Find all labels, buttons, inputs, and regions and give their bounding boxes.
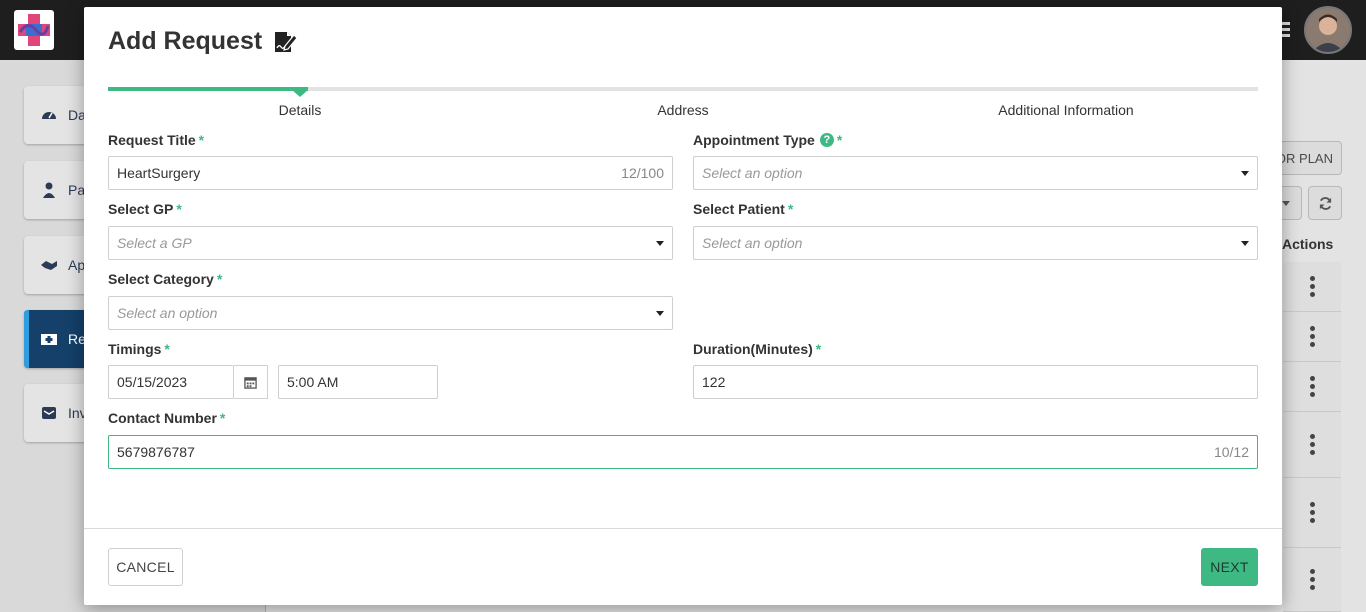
duration-label: Duration(Minutes) * bbox=[693, 341, 822, 357]
kebab-menu-icon[interactable] bbox=[1309, 569, 1315, 590]
chevron-down-icon bbox=[656, 310, 664, 316]
select-patient-label: Select Patient * bbox=[693, 201, 794, 217]
handshake-icon bbox=[41, 261, 57, 270]
user-avatar[interactable] bbox=[1304, 6, 1352, 54]
select-category-label: Select Category * bbox=[108, 271, 223, 287]
kebab-menu-icon[interactable] bbox=[1309, 434, 1315, 455]
contact-number-input[interactable]: 5679876787 10/12 bbox=[108, 435, 1258, 469]
chevron-down-icon bbox=[656, 240, 664, 246]
chevron-down-icon bbox=[1241, 240, 1249, 246]
table-row-actions[interactable] bbox=[1283, 362, 1341, 412]
patient-icon bbox=[43, 182, 55, 198]
required-asterisk: * bbox=[787, 201, 794, 217]
date-input[interactable]: 05/15/2023 bbox=[108, 365, 234, 399]
next-button[interactable]: NEXT bbox=[1201, 548, 1258, 586]
sidebar-item-label: Ap bbox=[68, 257, 86, 273]
table-row-actions[interactable] bbox=[1283, 262, 1341, 312]
help-icon[interactable]: ? bbox=[819, 133, 834, 147]
app-logo[interactable] bbox=[14, 10, 54, 50]
calendar-button[interactable] bbox=[234, 365, 268, 399]
character-counter: 12/100 bbox=[621, 165, 664, 181]
request-title-label: Request Title * bbox=[108, 132, 205, 148]
dashboard-icon bbox=[42, 112, 56, 119]
appointment-type-select[interactable]: Select an option bbox=[693, 156, 1258, 190]
refresh-button[interactable] bbox=[1308, 186, 1342, 220]
medical-kit-icon bbox=[41, 334, 57, 345]
refresh-icon bbox=[1319, 196, 1331, 210]
request-title-input[interactable]: HeartSurgery 12/100 bbox=[108, 156, 673, 190]
required-asterisk: * bbox=[836, 132, 843, 148]
kebab-menu-icon[interactable] bbox=[1309, 326, 1315, 347]
required-asterisk: * bbox=[164, 341, 170, 357]
signature-document-icon bbox=[275, 31, 298, 52]
actions-column-header: Actions bbox=[1282, 236, 1334, 252]
chevron-down-icon bbox=[1282, 200, 1290, 206]
contact-number-label: Contact Number * bbox=[108, 410, 226, 426]
timings-label: Timings * bbox=[108, 341, 170, 357]
calendar-icon bbox=[244, 376, 257, 389]
footer-divider bbox=[84, 528, 1282, 529]
table-row-actions[interactable] bbox=[1283, 548, 1341, 612]
wizard-stepper: Details Address Additional Information bbox=[108, 87, 1258, 121]
select-patient-select[interactable]: Select an option bbox=[693, 226, 1258, 260]
table-row-actions[interactable] bbox=[1283, 312, 1341, 362]
required-asterisk: * bbox=[216, 271, 223, 287]
cancel-button[interactable]: CANCEL bbox=[108, 548, 183, 586]
kebab-menu-icon[interactable] bbox=[1309, 276, 1315, 297]
required-asterisk: * bbox=[198, 132, 205, 148]
select-gp-label: Select GP * bbox=[108, 201, 182, 217]
stepper-progress bbox=[108, 87, 308, 91]
kebab-menu-icon[interactable] bbox=[1309, 376, 1315, 397]
required-asterisk: * bbox=[219, 410, 226, 426]
appointment-type-label: Appointment Type ? * bbox=[693, 132, 843, 148]
character-counter: 10/12 bbox=[1213, 444, 1249, 460]
kebab-menu-icon[interactable] bbox=[1309, 502, 1315, 523]
chevron-down-icon bbox=[1241, 170, 1249, 176]
stepper-active-indicator bbox=[292, 90, 308, 97]
add-request-modal: Add Request Details Address Additional I… bbox=[84, 7, 1282, 605]
step-additional-information[interactable]: Additional Information bbox=[998, 102, 1133, 118]
duration-input[interactable]: 122 bbox=[693, 365, 1258, 399]
sidebar-item-label: Pa bbox=[68, 182, 86, 198]
step-address[interactable]: Address bbox=[657, 102, 708, 118]
step-details[interactable]: Details bbox=[279, 102, 322, 118]
envelope-icon bbox=[42, 407, 56, 419]
select-gp-select[interactable]: Select a GP bbox=[108, 226, 673, 260]
time-input[interactable]: 5:00 AM bbox=[278, 365, 438, 399]
table-row-actions[interactable] bbox=[1283, 412, 1341, 478]
select-category-select[interactable]: Select an option bbox=[108, 296, 673, 330]
modal-title: Add Request bbox=[108, 27, 298, 56]
required-asterisk: * bbox=[815, 341, 822, 357]
required-asterisk: * bbox=[176, 201, 182, 217]
table-row-actions[interactable] bbox=[1283, 478, 1341, 548]
